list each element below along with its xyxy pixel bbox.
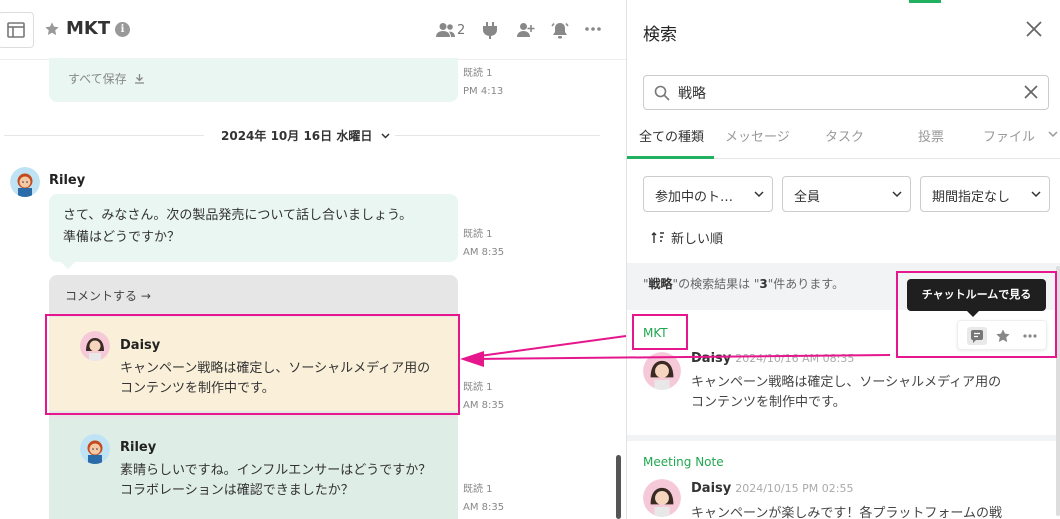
tab-tasks[interactable]: タスク — [825, 126, 864, 145]
sidebar-toggle-button[interactable] — [0, 12, 34, 48]
date-separator-label[interactable]: 2024年 10月 16日 水曜日 — [221, 127, 390, 144]
more-options-icon[interactable] — [585, 27, 601, 31]
result-room-name[interactable]: Meeting Note — [643, 455, 724, 469]
result-text: キャンペーン戦略は確定し、ソーシャルメディア用の コンテンツを制作中です。 — [691, 375, 1002, 410]
chat-scrollbar[interactable] — [616, 455, 621, 519]
search-input[interactable] — [678, 82, 1008, 104]
message-text: 準備はどうですか？ — [63, 230, 181, 245]
active-indicator — [909, 0, 941, 3]
message-text: さて、みなさん。次の製品発売について話し合いましょう。 — [63, 208, 413, 223]
avatar-riley[interactable] — [80, 434, 110, 464]
read-receipt: 既読 1 — [463, 68, 493, 79]
search-tabs: 全ての種類 メッセージ タスク 投票 ファイル — [627, 120, 1060, 159]
member-filter-value: 全員 — [794, 190, 821, 205]
read-receipt: 既読 1 — [463, 484, 493, 495]
room-info-icon[interactable]: i — [115, 22, 130, 37]
chat-room-pane: MKT i 2 すべて保存 既読 1 PM 4:13 2024年 10月 16日… — [0, 0, 626, 519]
favorite-star-icon[interactable] — [44, 21, 60, 37]
search-panel: 検索 全ての種類 メッセージ タスク 投票 ファイル 参加中のト… 全員 期間指… — [626, 0, 1060, 519]
chevron-down-icon — [1031, 191, 1041, 198]
avatar-daisy[interactable] — [643, 352, 681, 390]
message-text: 素晴らしいですね。インフルエンサーはどうですか？ コラボレーションは確認できまし… — [120, 463, 432, 498]
sort-icon — [651, 232, 664, 243]
result-sender: Daisy 2024/10/15 PM 02:55 — [691, 481, 854, 496]
sender-name: Riley — [120, 440, 157, 455]
tab-messages[interactable]: メッセージ — [725, 126, 790, 145]
save-all-link[interactable]: すべて保存 — [68, 68, 145, 90]
period-filter-select[interactable]: 期間指定なし — [920, 176, 1050, 212]
active-tab-indicator — [627, 156, 714, 159]
tab-all-types[interactable]: 全ての種類 — [639, 126, 704, 145]
close-icon[interactable] — [1025, 20, 1043, 38]
alarm-bell-icon[interactable] — [551, 22, 569, 39]
add-member-icon[interactable] — [517, 22, 535, 38]
message-time: PM 4:13 — [463, 86, 504, 97]
result-text: キャンペーンが楽しみです！各プラットフォームの戦 — [691, 506, 1002, 519]
message-time: AM 8:35 — [463, 502, 505, 513]
chevron-down-icon — [892, 191, 902, 198]
search-input-box[interactable] — [643, 75, 1049, 110]
read-receipt: 既読 1 — [463, 229, 493, 240]
sort-label: 新しい順 — [671, 232, 724, 247]
avatar-riley[interactable] — [10, 167, 40, 197]
annotation-highlight-room-name — [632, 314, 688, 350]
annotation-highlight-reply — [45, 314, 460, 415]
avatar-daisy[interactable] — [643, 479, 681, 517]
clear-search-icon[interactable] — [1024, 85, 1038, 99]
chat-header: MKT i 2 — [0, 0, 626, 60]
result-sender: Daisy 2024/10/16 AM 08:35 — [691, 351, 855, 366]
comment-link[interactable]: コメントする → — [65, 287, 151, 304]
download-icon — [134, 74, 144, 84]
members-count: 2 — [457, 23, 466, 38]
tab-files[interactable]: ファイル — [983, 126, 1035, 145]
member-filter-select[interactable]: 全員 — [782, 176, 911, 212]
chevron-down-icon[interactable] — [1048, 131, 1058, 138]
room-title: MKT — [66, 18, 111, 39]
room-filter-select[interactable]: 参加中のト… — [643, 176, 773, 212]
members-icon[interactable] — [436, 22, 456, 38]
message-time: AM 8:35 — [463, 400, 505, 411]
result-summary: "戦略"の検索結果は "3"件あります。 — [643, 277, 845, 291]
chevron-down-icon — [754, 191, 764, 198]
plug-icon[interactable] — [482, 22, 498, 39]
message-bubble-previous: すべて保存 — [49, 58, 458, 102]
message-time: AM 8:35 — [463, 247, 505, 258]
chevron-down-icon — [381, 133, 390, 139]
thread-reply-riley[interactable]: Riley 素晴らしいですね。インフルエンサーはどうですか？ コラボレーションは… — [49, 419, 458, 519]
message-bubble-riley[interactable]: さて、みなさん。次の製品発売について話し合いましょう。 準備はどうですか？ — [49, 194, 458, 262]
search-result-item[interactable]: Meeting Note Daisy 2024/10/15 PM 02:55 キャ… — [627, 441, 1060, 519]
search-panel-title: 検索 — [643, 25, 677, 45]
tab-polls[interactable]: 投票 — [918, 126, 944, 145]
room-filter-value: 参加中のト… — [655, 190, 734, 205]
bubble-tail — [61, 262, 75, 269]
read-receipt: 既読 1 — [463, 382, 493, 393]
date-separator: 2024年 10月 16日 水曜日 — [0, 124, 626, 146]
annotation-highlight-actions — [896, 271, 1057, 358]
sidebar-icon — [7, 22, 25, 38]
sender-name: Riley — [49, 173, 86, 188]
period-filter-value: 期間指定なし — [932, 190, 1011, 205]
search-icon — [654, 85, 670, 101]
